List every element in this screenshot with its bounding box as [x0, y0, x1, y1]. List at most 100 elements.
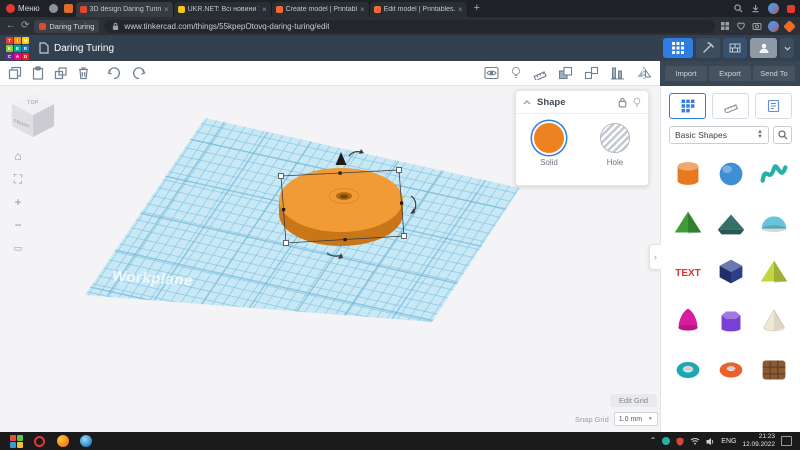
shape-torus[interactable]	[712, 350, 750, 390]
shape-cone[interactable]	[755, 301, 793, 341]
sidebar-collapse-handle[interactable]: ›	[649, 244, 661, 270]
view-cube[interactable]: TOP FRONT	[10, 92, 56, 138]
start-button[interactable]	[10, 435, 23, 448]
zoom-in-icon[interactable]: +	[10, 194, 26, 210]
reload-icon[interactable]: ⟳	[21, 21, 29, 31]
group-icon[interactable]	[558, 66, 573, 80]
url-field[interactable]: www.tinkercad.com/things/55kpepOtovq-dar…	[104, 20, 715, 33]
chevron-up-icon[interactable]	[523, 100, 531, 105]
shape-cylinder[interactable]	[669, 154, 707, 194]
browser-menu-button[interactable]: Меню	[0, 0, 46, 17]
home-view-icon[interactable]: ⌂	[10, 148, 26, 164]
shape-sphere[interactable]	[712, 154, 750, 194]
taskbar-firefox-button[interactable]	[56, 435, 69, 448]
browser-tab[interactable]: Edit model | Printables.com×	[370, 2, 468, 17]
visibility-bulb-icon[interactable]	[633, 97, 641, 108]
shape-half-sphere[interactable]	[755, 203, 793, 243]
raise-handle-cone[interactable]	[336, 152, 347, 165]
taskbar-clock[interactable]: 21:23 12.09.2022	[742, 433, 775, 450]
taskbar-browser-button[interactable]	[79, 435, 92, 448]
solid-option[interactable]: Solid	[534, 123, 564, 167]
snap-grid-label: Snap Grid	[575, 415, 609, 424]
snapshot-icon[interactable]	[752, 21, 762, 31]
undo-icon[interactable]	[107, 67, 122, 80]
notes-tool-tab[interactable]	[755, 93, 792, 119]
shape-tube[interactable]	[669, 350, 707, 390]
shape-roof[interactable]	[712, 203, 750, 243]
lightbulb-icon[interactable]	[510, 66, 522, 80]
import-button[interactable]: Import	[665, 66, 707, 81]
shape-wedge[interactable]	[755, 252, 793, 292]
align-icon[interactable]	[610, 66, 625, 80]
design-title[interactable]: Daring Turing	[54, 43, 114, 54]
perspective-toggle-icon[interactable]: ▭	[10, 240, 26, 256]
browser-tab[interactable]: 3D design Daring Turing |×	[76, 2, 174, 17]
shape-pyramid[interactable]	[669, 203, 707, 243]
messenger-tray-icon[interactable]	[662, 437, 670, 445]
extension-icon[interactable]	[49, 4, 58, 13]
browser-profile-avatar[interactable]	[768, 3, 779, 14]
browser-tab[interactable]: UKR.NET: Всі новини Укр×	[174, 2, 272, 17]
browser-feature-icon[interactable]	[783, 20, 796, 33]
send-to-button[interactable]: Send To	[753, 66, 795, 81]
back-icon[interactable]: ←	[6, 21, 16, 31]
browser-tab[interactable]: Create model | Printables.c×	[272, 2, 370, 17]
pinned-site-icon[interactable]	[64, 4, 73, 13]
shape-search-button[interactable]	[773, 126, 792, 144]
search-icon[interactable]	[734, 4, 743, 13]
paste-icon[interactable]	[31, 66, 45, 80]
ruler-tool-tab[interactable]	[712, 93, 749, 119]
notification-center-icon[interactable]	[781, 436, 792, 446]
zoom-out-icon[interactable]: −	[10, 217, 26, 233]
volume-icon[interactable]	[706, 437, 715, 446]
tools-button[interactable]	[696, 38, 720, 58]
tab-close-icon[interactable]: ×	[458, 6, 463, 14]
mirror-icon[interactable]	[636, 66, 652, 80]
category-dropdown[interactable]: Basic Shapes ▲▼	[669, 126, 769, 144]
redo-icon[interactable]	[131, 67, 146, 80]
tab-close-icon[interactable]: ×	[360, 6, 365, 14]
bricks-button[interactable]	[723, 38, 747, 58]
export-button[interactable]: Export	[709, 66, 751, 81]
canvas-3d-viewport[interactable]: Workplane TOP FRONT ⌂ ⛶ + − ▭	[0, 86, 660, 432]
new-tab-button[interactable]: +	[474, 3, 480, 14]
solid-swatch-icon[interactable]	[534, 123, 564, 153]
show-all-icon[interactable]	[484, 66, 499, 80]
lock-toggle-icon[interactable]	[618, 97, 627, 108]
ungroup-icon[interactable]	[584, 66, 599, 80]
sidebar-toggle-icon[interactable]	[787, 5, 795, 13]
tab-close-icon[interactable]: ×	[262, 6, 267, 14]
fit-view-icon[interactable]: ⛶	[10, 171, 26, 187]
shape-polygon[interactable]	[712, 301, 750, 341]
bookmark-heart-icon[interactable]	[736, 21, 746, 31]
header-more-button[interactable]	[780, 38, 794, 58]
tray-expand-icon[interactable]: ⌃	[650, 437, 657, 445]
edit-grid-button[interactable]: Edit Grid	[610, 394, 657, 407]
language-indicator[interactable]: ENG	[721, 438, 736, 445]
ruler-helper-icon[interactable]	[533, 66, 547, 80]
taskbar-opera-button[interactable]	[33, 435, 46, 448]
download-icon[interactable]	[751, 4, 760, 13]
shape-scribble[interactable]	[755, 154, 793, 194]
copy-icon[interactable]	[8, 66, 22, 80]
delete-icon[interactable]	[77, 66, 90, 80]
duplicate-icon[interactable]	[54, 66, 68, 80]
profile-avatar[interactable]	[768, 21, 779, 32]
security-shield-icon[interactable]	[676, 437, 684, 446]
shape-textured-box[interactable]	[755, 350, 793, 390]
shape-box[interactable]	[712, 252, 750, 292]
extensions-icon[interactable]	[720, 21, 730, 31]
shape-paraboloid[interactable]	[669, 301, 707, 341]
page-chip[interactable]: Daring Turing	[34, 20, 99, 33]
apps-grid-button[interactable]	[663, 38, 693, 58]
hole-swatch-icon[interactable]	[600, 123, 630, 153]
shape-text[interactable]: TEXT	[669, 252, 707, 292]
shapes-library-tab[interactable]	[669, 93, 706, 119]
profile-button[interactable]	[750, 38, 777, 58]
hole-option[interactable]: Hole	[600, 123, 630, 167]
snap-grid-select[interactable]: 1.0 mm ▼	[614, 412, 658, 426]
selected-object-cylinder[interactable]	[265, 142, 435, 267]
tab-close-icon[interactable]: ×	[164, 6, 169, 14]
wifi-icon[interactable]	[690, 437, 700, 445]
tinkercad-logo[interactable]: TINKERCAD	[6, 37, 29, 60]
